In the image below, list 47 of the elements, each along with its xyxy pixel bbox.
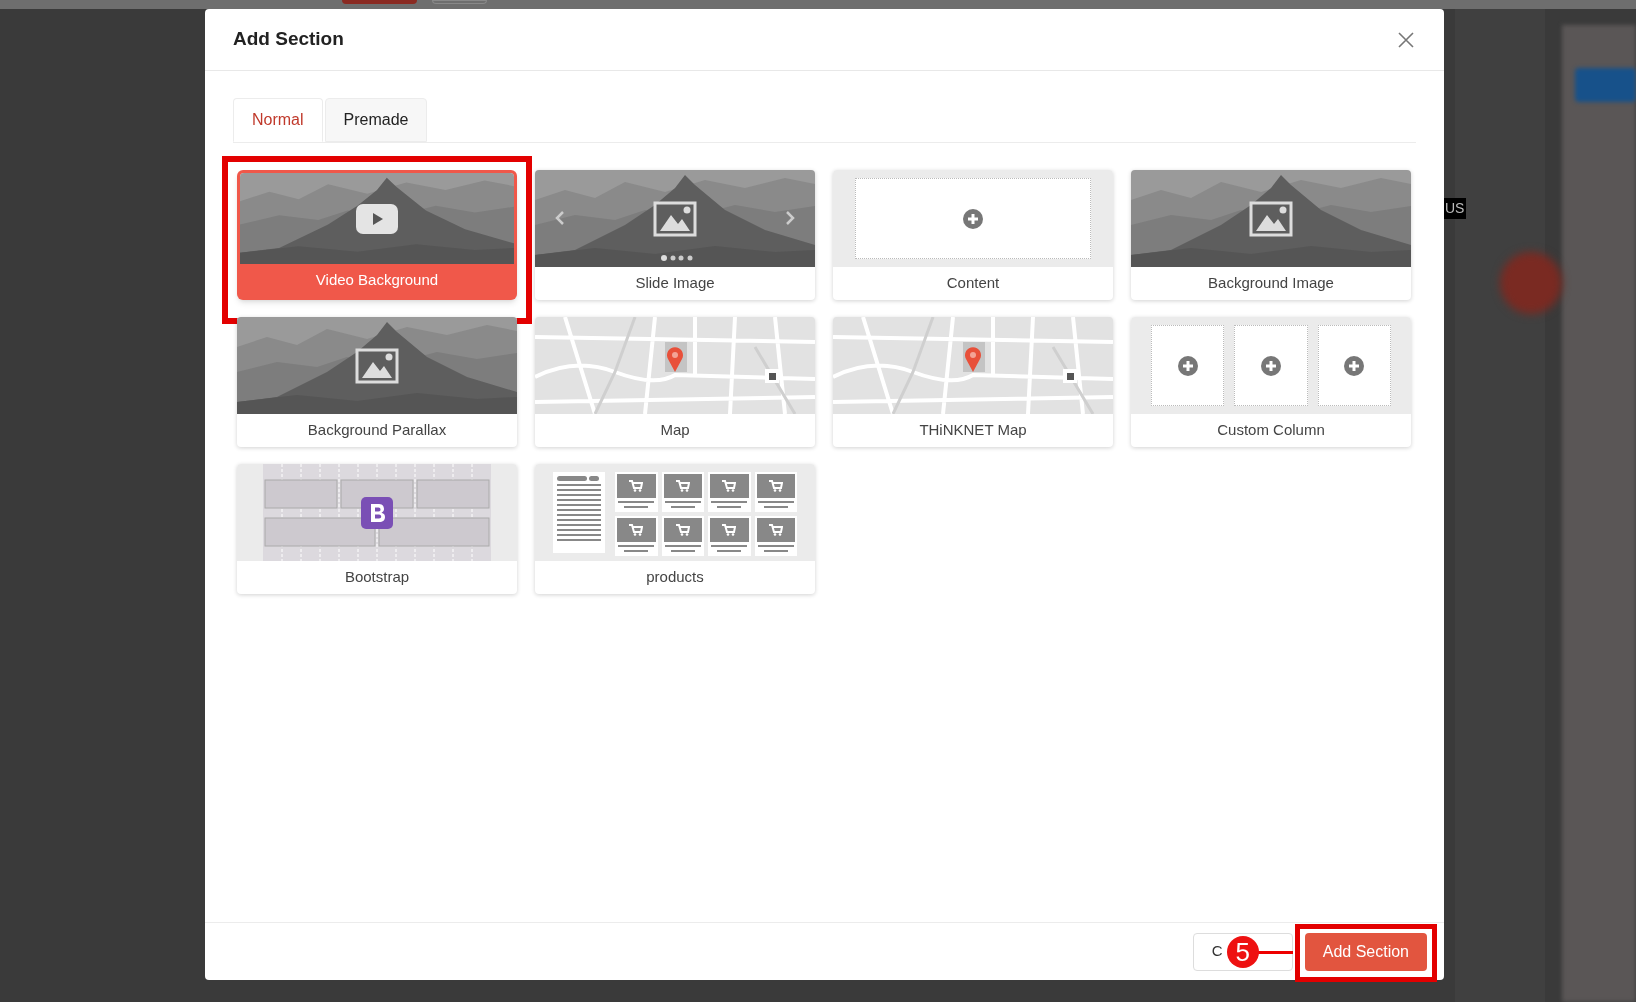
section-label: Content (945, 273, 1001, 294)
image-icon (355, 347, 399, 384)
section-card[interactable]: products (535, 464, 815, 594)
image-icon (1249, 200, 1293, 237)
tab[interactable]: Normal (233, 98, 323, 142)
section-label: Bootstrap (343, 567, 411, 588)
cart-icon (722, 524, 737, 536)
plus-circle-icon (963, 208, 983, 229)
dialog-title: Add Section (233, 27, 344, 52)
play-icon (356, 203, 398, 234)
cart-icon (629, 524, 644, 536)
section-label: Map (659, 420, 691, 441)
section-card[interactable]: THiNKNET Map (833, 317, 1113, 447)
cart-icon (768, 480, 783, 492)
bootstrap-logo-icon (361, 496, 393, 529)
background-label: US (1443, 198, 1467, 219)
chevron-right-icon (785, 210, 795, 226)
section-card[interactable]: Bootstrap (237, 464, 517, 594)
map-pin-icon (666, 345, 684, 372)
section-card[interactable]: Map (535, 317, 815, 447)
section-card[interactable]: Background Image (1131, 170, 1411, 300)
section-label: products (645, 567, 705, 588)
section-label: Custom Column (1216, 420, 1326, 441)
section-label: Background Parallax (306, 420, 448, 441)
section-label: Video Background (314, 270, 440, 291)
map-pin-icon (964, 345, 982, 372)
section-card[interactable]: Content (833, 170, 1113, 300)
add-section-button[interactable]: Add Section (1304, 932, 1427, 971)
tab[interactable]: Premade (324, 98, 428, 142)
cart-icon (629, 480, 644, 492)
section-card[interactable]: Background Parallax (237, 317, 517, 447)
section-label: THiNKNET Map (918, 420, 1028, 441)
cart-icon (675, 524, 690, 536)
plus-circle-icon (1344, 355, 1365, 376)
cart-icon (722, 480, 737, 492)
cart-icon (768, 524, 783, 536)
slide-dots-icon (661, 255, 693, 261)
section-label: Background Image (1207, 273, 1335, 294)
plus-circle-icon (1261, 355, 1281, 376)
section-card[interactable]: Slide Image (535, 170, 815, 300)
close-icon[interactable] (1398, 31, 1414, 48)
chevron-left-icon (555, 210, 565, 226)
plus-circle-icon (1177, 355, 1198, 376)
cart-icon (675, 480, 690, 492)
section-label: Slide Image (634, 273, 716, 294)
image-icon (653, 200, 697, 237)
section-card[interactable]: Custom Column (1131, 317, 1411, 447)
